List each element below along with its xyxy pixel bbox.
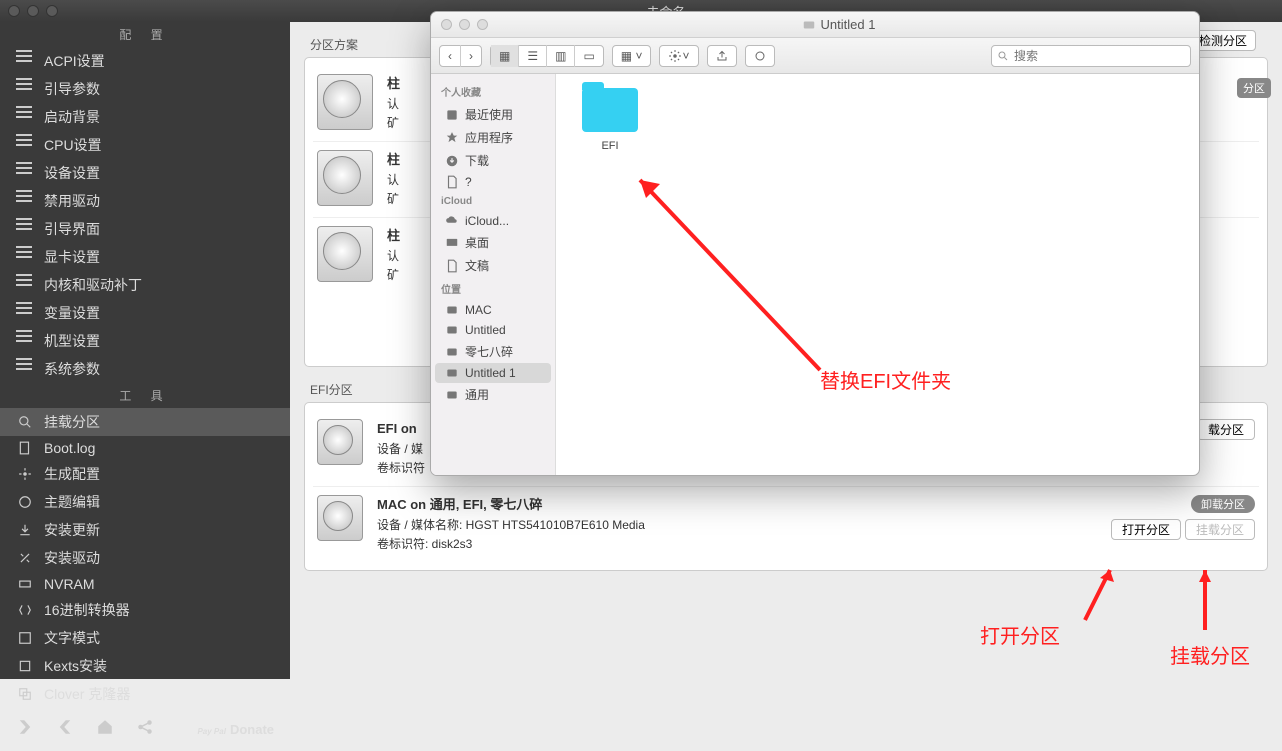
folder-efi[interactable]: EFI (570, 88, 650, 152)
finder-sb-untitled1[interactable]: Untitled 1 (435, 363, 551, 383)
side-badge: 分区 (1237, 78, 1271, 98)
finder-sb-misc[interactable]: 零七八碎 (431, 340, 555, 363)
traffic-lights[interactable] (8, 5, 58, 17)
drive-icon (802, 18, 816, 32)
sidebar-item-install-drivers[interactable]: 安装驱动 (0, 544, 290, 572)
export-icon[interactable] (16, 718, 34, 741)
sidebar-item-smbios[interactable]: 机型设置 (0, 327, 290, 355)
finder-window[interactable]: Untitled 1 ‹› ▦☰▥▭ ▦ ˅ ˅ 个人收藏 最近使用 应用程序 … (430, 11, 1200, 476)
sidebar-item-kexts-install[interactable]: Kexts安装 (0, 652, 290, 680)
sidebar-item-devices[interactable]: 设备设置 (0, 159, 290, 187)
sidebar-item-theme-editor[interactable]: 主题编辑 (0, 488, 290, 516)
import-icon[interactable] (56, 718, 74, 741)
sidebar-item-hex-converter[interactable]: 16进制转换器 (0, 596, 290, 624)
finder-sb-favorites: 个人收藏 (431, 80, 555, 103)
finder-sidebar: 个人收藏 最近使用 应用程序 下载 ? iCloud iCloud... 桌面 … (431, 74, 556, 475)
column-view-icon: ▥ (547, 45, 575, 67)
finder-title: Untitled 1 (488, 17, 1189, 32)
sidebar: 配 置 ACPI设置 引导参数 启动背景 CPU设置 设备设置 禁用驱动 引导界… (0, 22, 290, 679)
finder-sb-desktop[interactable]: 桌面 (431, 231, 555, 254)
donate-button[interactable]: Pay PalDonate (197, 722, 274, 737)
finder-traffic-lights[interactable] (441, 19, 488, 30)
sidebar-item-clover-cloner[interactable]: Clover 克隆器 (0, 680, 290, 708)
tags-button[interactable] (745, 45, 775, 67)
finder-sb-downloads[interactable]: 下载 (431, 149, 555, 172)
sidebar-item-text-mode[interactable]: 文字模式 (0, 624, 290, 652)
finder-sb-applications[interactable]: 应用程序 (431, 126, 555, 149)
efi-row-2[interactable]: MAC on 通用, EFI, 零七八碎 设备 / 媒体名称: HGST HTS… (313, 487, 1259, 562)
sidebar-item-boot-bg[interactable]: 启动背景 (0, 103, 290, 131)
sidebar-item-acpi[interactable]: ACPI设置 (0, 47, 290, 75)
search-icon (997, 50, 1009, 62)
sidebar-item-rt-vars[interactable]: 变量设置 (0, 299, 290, 327)
sidebar-item-nvram[interactable]: NVRAM (0, 572, 290, 596)
hdd-icon (317, 74, 373, 130)
mount-partition-button[interactable]: 挂载分区 (1185, 519, 1255, 540)
sidebar-bottom-bar: Pay PalDonate (0, 708, 290, 751)
share-icon[interactable] (136, 718, 154, 741)
back-icon: ‹ (440, 45, 461, 67)
gallery-view-icon: ▭ (575, 45, 602, 67)
forward-icon: › (461, 45, 481, 67)
sidebar-item-gui[interactable]: 引导界面 (0, 215, 290, 243)
action-button[interactable]: ˅ (659, 45, 698, 67)
finder-sb-icloud[interactable]: iCloud... (431, 211, 555, 231)
home-icon[interactable] (96, 718, 114, 741)
group-button[interactable]: ▦ ˅ (612, 45, 652, 67)
finder-sb-locations-head: 位置 (431, 277, 555, 300)
finder-toolbar: ‹› ▦☰▥▭ ▦ ˅ ˅ (431, 38, 1199, 74)
efi-info-2: MAC on 通用, EFI, 零七八碎 设备 / 媒体名称: HGST HTS… (377, 495, 1097, 554)
mount-button-1[interactable]: 载分区 (1197, 419, 1255, 440)
sidebar-item-bootlog[interactable]: Boot.log (0, 436, 290, 460)
sidebar-item-mount-efi[interactable]: 挂载分区 (0, 408, 290, 436)
share-icon (716, 50, 728, 62)
finder-content[interactable]: EFI (556, 74, 1199, 475)
hdd-icon (317, 150, 373, 206)
finder-sb-recents[interactable]: 最近使用 (431, 103, 555, 126)
icon-view-icon: ▦ (491, 45, 519, 67)
hdd-icon (317, 495, 363, 541)
hdd-icon (317, 226, 373, 282)
view-buttons[interactable]: ▦☰▥▭ (490, 45, 604, 67)
nav-buttons[interactable]: ‹› (439, 45, 482, 67)
hdd-icon (317, 419, 363, 465)
gear-icon (668, 49, 682, 63)
finder-sb-documents[interactable]: 文稿 (431, 254, 555, 277)
list-view-icon: ☰ (519, 45, 547, 67)
share-button[interactable] (707, 45, 737, 67)
sidebar-item-kernel[interactable]: 内核和驱动补丁 (0, 271, 290, 299)
finder-sb-general[interactable]: 通用 (431, 383, 555, 406)
sidebar-item-sysparams[interactable]: 系统参数 (0, 355, 290, 383)
finder-sb-icloud-head: iCloud (431, 192, 555, 211)
sidebar-item-generate-config[interactable]: 生成配置 (0, 460, 290, 488)
sidebar-section-tools: 工 具 (0, 383, 290, 408)
finder-sb-mac[interactable]: MAC (431, 300, 555, 320)
finder-sb-unknown[interactable]: ? (431, 172, 555, 192)
sidebar-section-config: 配 置 (0, 22, 290, 47)
sidebar-item-disable-drivers[interactable]: 禁用驱动 (0, 187, 290, 215)
finder-sb-untitled[interactable]: Untitled (431, 320, 555, 340)
unmount-pill[interactable]: 卸载分区 (1191, 495, 1255, 513)
search-input[interactable] (991, 45, 1191, 67)
finder-search[interactable] (991, 45, 1191, 67)
tag-icon (754, 50, 766, 62)
sidebar-item-graphics[interactable]: 显卡设置 (0, 243, 290, 271)
sidebar-item-install-update[interactable]: 安装更新 (0, 516, 290, 544)
sidebar-item-cpu[interactable]: CPU设置 (0, 131, 290, 159)
sidebar-item-boot-args[interactable]: 引导参数 (0, 75, 290, 103)
open-partition-button[interactable]: 打开分区 (1111, 519, 1181, 540)
folder-label: EFI (570, 140, 650, 152)
finder-titlebar[interactable]: Untitled 1 (431, 12, 1199, 38)
folder-icon (582, 88, 638, 132)
